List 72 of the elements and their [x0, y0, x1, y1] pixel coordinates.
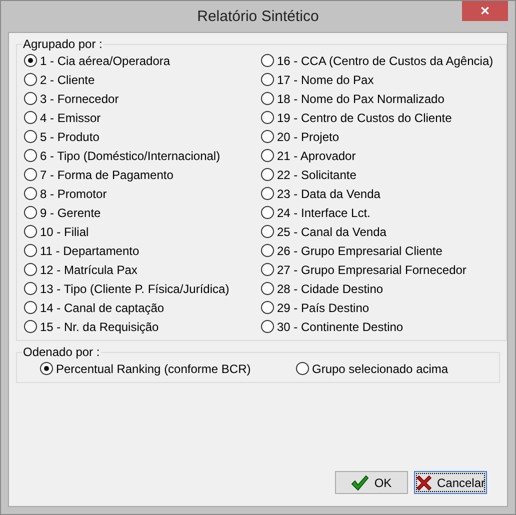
- option-label[interactable]: 20 - Projeto: [277, 130, 340, 144]
- close-button[interactable]: ✕: [462, 1, 508, 21]
- group-label: Odenado por :: [22, 345, 101, 359]
- option-label[interactable]: 26 - Grupo Empresarial Cliente: [277, 244, 442, 258]
- option-label[interactable]: 4 - Emissor: [40, 110, 101, 124]
- radio-button[interactable]: [261, 320, 274, 333]
- radio-button[interactable]: [24, 149, 37, 162]
- radio-button[interactable]: [261, 168, 274, 181]
- option-label[interactable]: 16 - CCA (Centro de Custos da Agência): [277, 54, 494, 68]
- radio-button[interactable]: [261, 73, 274, 86]
- radio-button[interactable]: [261, 111, 274, 124]
- ok-button[interactable]: OK: [335, 471, 408, 494]
- radio-button[interactable]: [261, 92, 274, 105]
- radio-button[interactable]: [261, 149, 274, 162]
- window-title: Relatório Sintético: [197, 8, 319, 25]
- option-label[interactable]: 23 - Data da Venda: [277, 186, 380, 200]
- option-label[interactable]: 30 - Continente Destino: [277, 320, 404, 334]
- radio-button[interactable]: [296, 362, 309, 375]
- radio-button[interactable]: [24, 54, 37, 67]
- radio-button[interactable]: [24, 263, 37, 276]
- option-label[interactable]: 24 - Interface Lct.: [277, 206, 370, 220]
- option-label[interactable]: 12 - Matrícula Pax: [40, 262, 138, 276]
- radio-button[interactable]: [24, 168, 37, 181]
- radio-button[interactable]: [24, 92, 37, 105]
- radio-button[interactable]: [261, 206, 274, 219]
- radio-button[interactable]: [24, 73, 37, 86]
- option-label[interactable]: 3 - Fornecedor: [40, 92, 119, 106]
- option-label[interactable]: Grupo selecionado acima: [312, 362, 448, 376]
- radio-button[interactable]: [261, 244, 274, 257]
- option-label[interactable]: 6 - Tipo (Doméstico/Internacional): [40, 148, 220, 162]
- radio-button[interactable]: [261, 187, 274, 200]
- radio-button[interactable]: [261, 282, 274, 295]
- radio-button[interactable]: [24, 111, 37, 124]
- option-label[interactable]: 17 - Nome do Pax: [277, 72, 374, 86]
- option-label[interactable]: 8 - Promotor: [40, 186, 107, 200]
- option-label[interactable]: 21 - Aprovador: [277, 148, 356, 162]
- option-label[interactable]: 10 - Filial: [40, 224, 89, 238]
- radio-button[interactable]: [24, 206, 37, 219]
- radio-button[interactable]: [261, 301, 274, 314]
- radio-button[interactable]: [24, 320, 37, 333]
- option-label[interactable]: 22 - Solicitante: [277, 168, 356, 182]
- radio-button[interactable]: [24, 225, 37, 238]
- option-label[interactable]: 7 - Forma de Pagamento: [40, 168, 174, 182]
- option-label[interactable]: 28 - Cidade Destino: [277, 282, 384, 296]
- radio-button[interactable]: [261, 225, 274, 238]
- option-label[interactable]: 2 - Cliente: [40, 72, 95, 86]
- option-label[interactable]: 19 - Centro de Custos do Cliente: [277, 110, 452, 124]
- option-label[interactable]: 9 - Gerente: [40, 206, 101, 220]
- cancel-button[interactable]: Cancelar: [414, 471, 487, 494]
- checkmark-icon: [351, 474, 370, 490]
- radio-button[interactable]: [24, 187, 37, 200]
- radio-button[interactable]: [24, 282, 37, 295]
- radio-button[interactable]: [261, 54, 274, 67]
- option-label[interactable]: 5 - Produto: [40, 130, 100, 144]
- option-label[interactable]: 13 - Tipo (Cliente P. Física/Jurídica): [40, 282, 230, 296]
- radio-button[interactable]: [24, 130, 37, 143]
- option-label[interactable]: 18 - Nome do Pax Normalizado: [277, 92, 444, 106]
- option-label[interactable]: 1 - Cia aérea/Operadora: [40, 54, 170, 68]
- option-label[interactable]: 27 - Grupo Empresarial Fornecedor: [277, 262, 466, 276]
- option-label[interactable]: 14 - Canal de captação: [40, 300, 164, 314]
- option-label[interactable]: 15 - Nr. da Requisição: [40, 320, 159, 334]
- radio-button[interactable]: [261, 263, 274, 276]
- radio-button[interactable]: [261, 130, 274, 143]
- option-label[interactable]: 11 - Departamento: [40, 244, 140, 258]
- cross-icon: [416, 474, 432, 490]
- option-label[interactable]: Percentual Ranking (conforme BCR): [56, 362, 251, 376]
- radio-button[interactable]: [24, 244, 37, 257]
- radio-button[interactable]: [24, 301, 37, 314]
- option-label[interactable]: 25 - Canal da Venda: [277, 224, 386, 238]
- group-label: Agrupado por :: [22, 37, 104, 51]
- radio-button[interactable]: [40, 362, 53, 375]
- option-label[interactable]: 29 - País Destino: [277, 300, 370, 314]
